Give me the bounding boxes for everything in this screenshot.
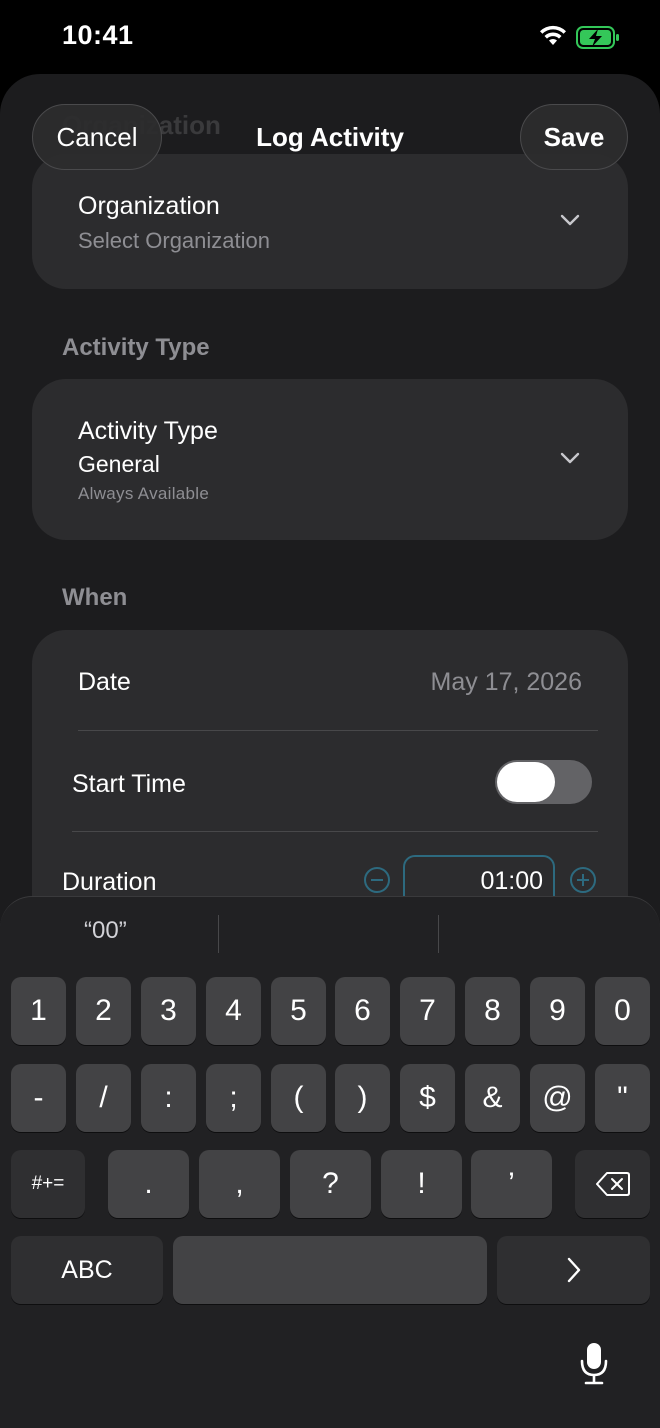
battery-charging-icon — [576, 26, 619, 49]
key-close-paren[interactable]: ) — [335, 1064, 390, 1132]
key-hyphen[interactable]: - — [11, 1064, 66, 1132]
key-at[interactable]: @ — [530, 1064, 585, 1132]
delete-backward-icon — [595, 1172, 630, 1196]
numeric-keyboard: “00” 1 2 3 4 5 6 7 8 9 0 - / : ; ( ) $ &… — [0, 896, 660, 1428]
key-9[interactable]: 9 — [530, 977, 585, 1045]
suggestion-1[interactable]: “00” — [84, 917, 127, 945]
organization-placeholder: Select Organization — [78, 228, 270, 253]
key-2[interactable]: 2 — [76, 977, 131, 1045]
cancel-button[interactable]: Cancel — [32, 104, 162, 170]
activity-type-section-header: Activity Type — [62, 334, 210, 361]
decrement-button[interactable] — [363, 866, 391, 894]
chevron-down-icon — [560, 214, 580, 226]
start-time-label: Start Time — [72, 770, 186, 798]
organization-label: Organization — [78, 192, 220, 220]
toggle-knob — [497, 762, 555, 802]
status-bar: 10:41 — [0, 0, 660, 74]
key-slash[interactable]: / — [76, 1064, 131, 1132]
chevron-down-icon — [560, 452, 580, 464]
chevron-right-icon — [567, 1257, 580, 1283]
key-0[interactable]: 0 — [595, 977, 650, 1045]
activity-type-label: Activity Type — [78, 417, 218, 445]
divider — [72, 831, 598, 832]
suggestion-divider — [218, 915, 219, 953]
key-colon[interactable]: : — [141, 1064, 196, 1132]
key-5[interactable]: 5 — [271, 977, 326, 1045]
date-value[interactable]: May 17, 2026 — [431, 668, 583, 697]
key-period[interactable]: . — [108, 1150, 189, 1218]
delete-key[interactable] — [575, 1150, 650, 1218]
key-ampersand[interactable]: & — [465, 1064, 520, 1132]
start-time-toggle[interactable] — [495, 760, 592, 804]
key-6[interactable]: 6 — [335, 977, 390, 1045]
key-abc[interactable]: ABC — [11, 1236, 163, 1304]
space-key[interactable] — [173, 1236, 487, 1304]
suggestion-divider — [438, 915, 439, 953]
return-key[interactable] — [497, 1236, 650, 1304]
key-comma[interactable]: , — [199, 1150, 280, 1218]
key-symbols[interactable]: #+= — [11, 1150, 85, 1218]
key-semicolon[interactable]: ; — [206, 1064, 261, 1132]
microphone-icon[interactable] — [578, 1341, 610, 1385]
key-dollar[interactable]: $ — [400, 1064, 455, 1132]
key-exclamation[interactable]: ! — [381, 1150, 462, 1218]
wifi-icon — [540, 25, 566, 45]
key-open-paren[interactable]: ( — [271, 1064, 326, 1132]
divider — [78, 730, 598, 731]
key-1[interactable]: 1 — [11, 977, 66, 1045]
save-button[interactable]: Save — [520, 104, 628, 170]
increment-button[interactable] — [569, 866, 597, 894]
organization-picker[interactable]: Organization Select Organization — [32, 154, 628, 289]
activity-type-note: Always Available — [78, 484, 210, 503]
date-row[interactable]: Date May 17, 2026 — [32, 630, 628, 730]
duration-label: Duration — [62, 868, 157, 896]
activity-type-value: General — [78, 451, 160, 477]
activity-type-picker[interactable]: Activity Type General Always Available — [32, 379, 628, 540]
key-7[interactable]: 7 — [400, 977, 455, 1045]
when-section-header: When — [62, 584, 128, 611]
key-3[interactable]: 3 — [141, 977, 196, 1045]
key-quote[interactable]: " — [595, 1064, 650, 1132]
key-question[interactable]: ? — [290, 1150, 371, 1218]
status-time: 10:41 — [62, 20, 134, 50]
key-apostrophe[interactable]: ’ — [471, 1150, 552, 1218]
key-8[interactable]: 8 — [465, 977, 520, 1045]
key-4[interactable]: 4 — [206, 977, 261, 1045]
date-label: Date — [78, 668, 131, 696]
